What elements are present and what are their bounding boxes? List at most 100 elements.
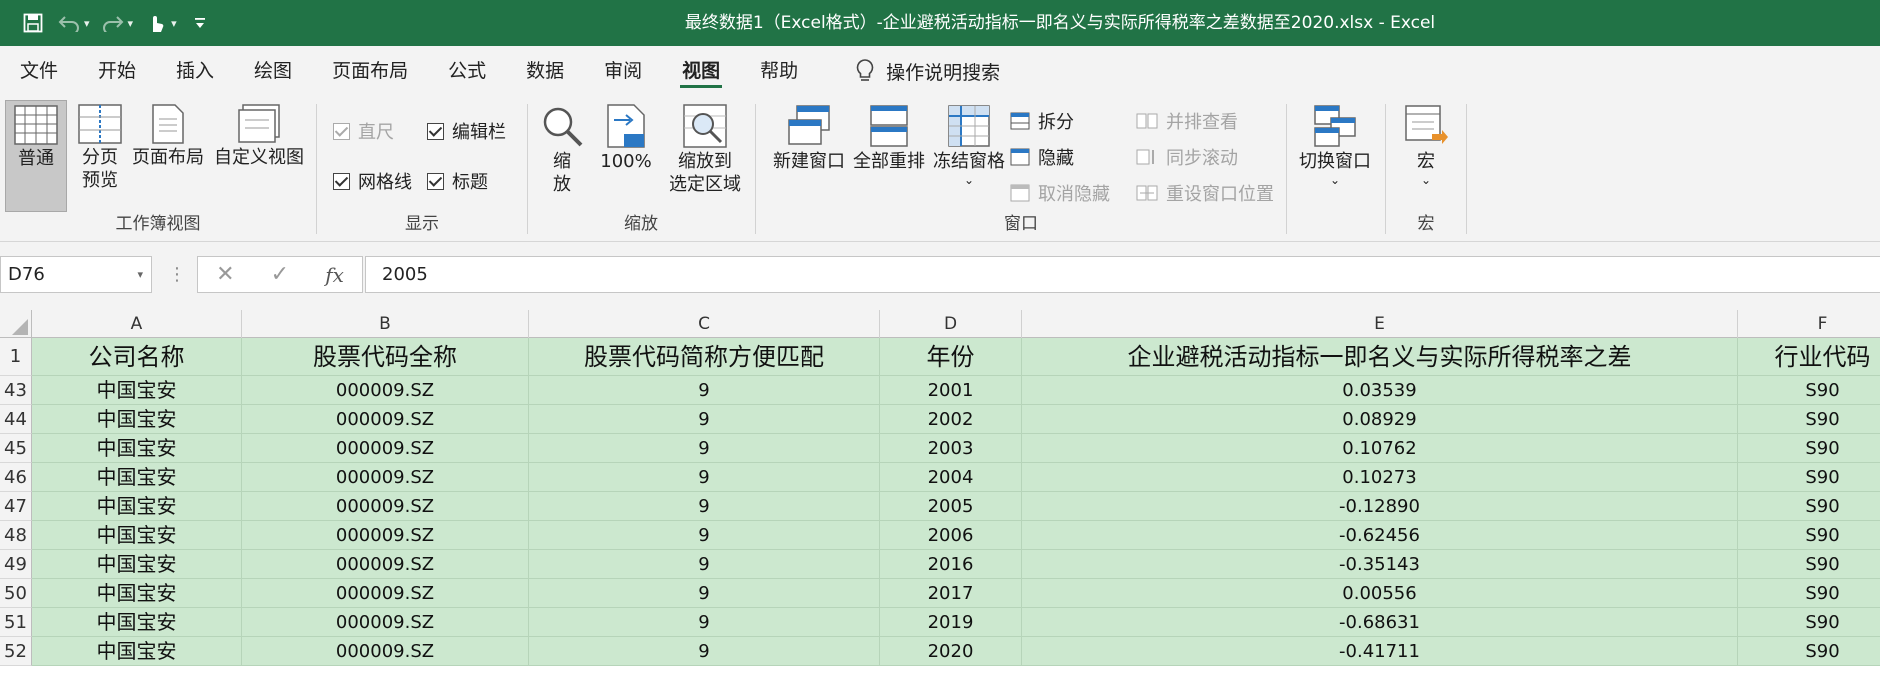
cell[interactable]: 企业避税活动指标一即名义与实际所得税率之差 bbox=[1022, 338, 1738, 376]
cell[interactable]: 股票代码简称方便匹配 bbox=[529, 338, 880, 376]
cell[interactable]: 年份 bbox=[880, 338, 1022, 376]
gridlines-checkbox[interactable]: 网格线 bbox=[333, 168, 412, 194]
cell[interactable]: S90 bbox=[1738, 434, 1880, 463]
row-header[interactable]: 46 bbox=[0, 463, 32, 492]
page-layout-view-button[interactable]: 页面布局 bbox=[130, 100, 206, 169]
row-header[interactable]: 1 bbox=[0, 338, 32, 376]
cell[interactable]: 9 bbox=[529, 376, 880, 405]
hide-button[interactable]: 隐藏 bbox=[1010, 144, 1074, 170]
cell[interactable]: -0.41711 bbox=[1022, 637, 1738, 666]
tab-page-layout[interactable]: 页面布局 bbox=[312, 46, 428, 96]
column-header-d[interactable]: D bbox=[880, 310, 1022, 338]
tab-review[interactable]: 审阅 bbox=[584, 46, 662, 96]
row-header[interactable]: 52 bbox=[0, 637, 32, 666]
cell[interactable]: 9 bbox=[529, 405, 880, 434]
cell[interactable]: 0.03539 bbox=[1022, 376, 1738, 405]
cell[interactable]: S90 bbox=[1738, 637, 1880, 666]
enter-check-icon[interactable]: ✓ bbox=[271, 262, 289, 287]
cell[interactable]: 9 bbox=[529, 463, 880, 492]
row-header[interactable]: 43 bbox=[0, 376, 32, 405]
cell[interactable]: -0.35143 bbox=[1022, 550, 1738, 579]
cell[interactable]: 000009.SZ bbox=[242, 492, 529, 521]
cell[interactable]: 行业代码 bbox=[1738, 338, 1880, 376]
cell[interactable]: 000009.SZ bbox=[242, 376, 529, 405]
cell[interactable]: 000009.SZ bbox=[242, 637, 529, 666]
tab-view[interactable]: 视图 bbox=[662, 46, 740, 96]
cell[interactable]: 中国宝安 bbox=[32, 579, 242, 608]
cell[interactable]: 中国宝安 bbox=[32, 434, 242, 463]
column-header-a[interactable]: A bbox=[32, 310, 242, 338]
cell[interactable]: -0.62456 bbox=[1022, 521, 1738, 550]
row-header[interactable]: 48 bbox=[0, 521, 32, 550]
tab-file[interactable]: 文件 bbox=[0, 46, 78, 96]
row-header[interactable]: 45 bbox=[0, 434, 32, 463]
cell[interactable]: 中国宝安 bbox=[32, 521, 242, 550]
tab-insert[interactable]: 插入 bbox=[156, 46, 234, 96]
cell[interactable]: 2020 bbox=[880, 637, 1022, 666]
cell[interactable]: 000009.SZ bbox=[242, 608, 529, 637]
cell[interactable]: 2006 bbox=[880, 521, 1022, 550]
cell[interactable]: 中国宝安 bbox=[32, 550, 242, 579]
cell[interactable]: 中国宝安 bbox=[32, 463, 242, 492]
cell[interactable]: S90 bbox=[1738, 608, 1880, 637]
row-header[interactable]: 44 bbox=[0, 405, 32, 434]
cell[interactable]: 000009.SZ bbox=[242, 434, 529, 463]
grip-icon[interactable]: ⋮ bbox=[168, 256, 186, 293]
tab-data[interactable]: 数据 bbox=[506, 46, 584, 96]
cell[interactable]: 000009.SZ bbox=[242, 463, 529, 492]
cell[interactable]: 公司名称 bbox=[32, 338, 242, 376]
cell[interactable]: 2005 bbox=[880, 492, 1022, 521]
cancel-icon[interactable]: ✕ bbox=[216, 262, 234, 287]
cell[interactable]: 9 bbox=[529, 637, 880, 666]
normal-view-button[interactable]: 普通 bbox=[5, 100, 67, 212]
cell[interactable]: 0.08929 bbox=[1022, 405, 1738, 434]
tab-help[interactable]: 帮助 bbox=[740, 46, 818, 96]
column-header-c[interactable]: C bbox=[529, 310, 880, 338]
tell-me-search[interactable]: 操作说明搜索 bbox=[854, 58, 1000, 85]
insert-function-icon[interactable]: fx bbox=[325, 263, 344, 287]
cell[interactable]: 股票代码全称 bbox=[242, 338, 529, 376]
cell[interactable]: S90 bbox=[1738, 492, 1880, 521]
cell[interactable]: 0.10273 bbox=[1022, 463, 1738, 492]
cell[interactable]: 2003 bbox=[880, 434, 1022, 463]
zoom-button[interactable]: 缩 放 bbox=[540, 100, 584, 196]
cell[interactable]: 000009.SZ bbox=[242, 521, 529, 550]
formula-input[interactable]: 2005 bbox=[365, 256, 1880, 293]
cell[interactable]: 9 bbox=[529, 434, 880, 463]
cell[interactable]: 9 bbox=[529, 550, 880, 579]
cell[interactable]: 000009.SZ bbox=[242, 550, 529, 579]
cell[interactable]: S90 bbox=[1738, 579, 1880, 608]
cell[interactable]: S90 bbox=[1738, 376, 1880, 405]
row-header[interactable]: 47 bbox=[0, 492, 32, 521]
cell[interactable]: 9 bbox=[529, 521, 880, 550]
column-header-f[interactable]: F bbox=[1738, 310, 1880, 338]
tab-home[interactable]: 开始 bbox=[78, 46, 156, 96]
zoom-100-button[interactable]: 100% bbox=[598, 100, 654, 173]
cell[interactable]: 9 bbox=[529, 492, 880, 521]
macros-button[interactable]: 宏 ⌄ bbox=[1400, 100, 1452, 187]
cell[interactable]: 2001 bbox=[880, 376, 1022, 405]
cell[interactable]: 0.10762 bbox=[1022, 434, 1738, 463]
select-all-corner[interactable] bbox=[0, 310, 32, 338]
cell[interactable]: 000009.SZ bbox=[242, 405, 529, 434]
cell[interactable]: 2002 bbox=[880, 405, 1022, 434]
cell[interactable]: 中国宝安 bbox=[32, 405, 242, 434]
cell[interactable]: 2019 bbox=[880, 608, 1022, 637]
switch-windows-button[interactable]: 切换窗口 ⌄ bbox=[1292, 100, 1378, 187]
cell[interactable]: S90 bbox=[1738, 405, 1880, 434]
split-button[interactable]: 拆分 bbox=[1010, 108, 1074, 134]
cell[interactable]: 中国宝安 bbox=[32, 608, 242, 637]
name-box[interactable]: D76 ▾ bbox=[0, 256, 152, 293]
cell[interactable]: S90 bbox=[1738, 550, 1880, 579]
column-header-b[interactable]: B bbox=[242, 310, 529, 338]
cell[interactable]: 2017 bbox=[880, 579, 1022, 608]
cell[interactable]: 中国宝安 bbox=[32, 376, 242, 405]
freeze-panes-button[interactable]: 冻结窗格 ⌄ bbox=[930, 100, 1008, 187]
dropdown-arrow-icon[interactable]: ▾ bbox=[137, 257, 143, 292]
cell[interactable]: S90 bbox=[1738, 521, 1880, 550]
row-header[interactable]: 51 bbox=[0, 608, 32, 637]
cell[interactable]: 0.00556 bbox=[1022, 579, 1738, 608]
formula-bar-checkbox[interactable]: 编辑栏 bbox=[427, 118, 506, 144]
cell[interactable]: 000009.SZ bbox=[242, 579, 529, 608]
headings-checkbox[interactable]: 标题 bbox=[427, 168, 488, 194]
